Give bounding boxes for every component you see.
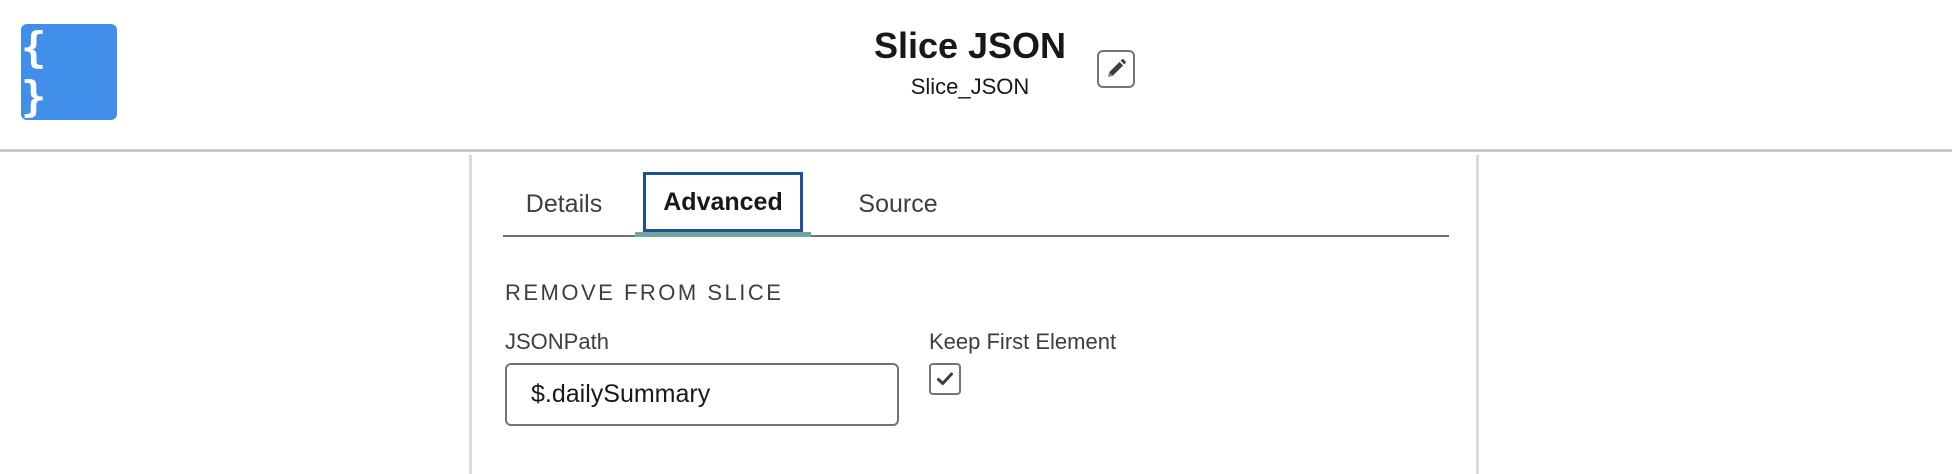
page-title: Slice JSON [873, 25, 1067, 66]
properties-panel: Details Advanced Source REMOVE FROM SLIC… [469, 155, 1479, 474]
api-name: Slice_JSON [910, 74, 1030, 99]
keep-first-element-checkbox[interactable] [929, 363, 961, 395]
tab-bar: Details Advanced Source [503, 171, 1449, 237]
tab-details[interactable]: Details [517, 171, 611, 237]
app-icon-glyph: { } [21, 23, 55, 121]
checkmark-icon [937, 372, 953, 385]
tab-advanced[interactable]: Advanced [643, 171, 803, 233]
json-braces-icon: { } [21, 23, 117, 121]
keep-first-element-label: Keep First Element [929, 329, 1117, 354]
tab-source[interactable]: Source [853, 171, 943, 237]
section-heading: REMOVE FROM SLICE [505, 280, 784, 305]
jsonpath-input[interactable] [505, 363, 899, 426]
tab-advanced-label: Advanced [663, 188, 783, 216]
pencil-icon [1108, 59, 1126, 77]
title-block: Slice JSON Slice_JSON [830, 22, 1110, 102]
jsonpath-label: JSONPath [505, 329, 609, 354]
edit-button[interactable] [1097, 50, 1135, 88]
tab-source-label: Source [858, 190, 938, 218]
tab-details-label: Details [525, 190, 603, 218]
builder-header: { } Slice JSON Slice_JSON [0, 0, 1952, 152]
